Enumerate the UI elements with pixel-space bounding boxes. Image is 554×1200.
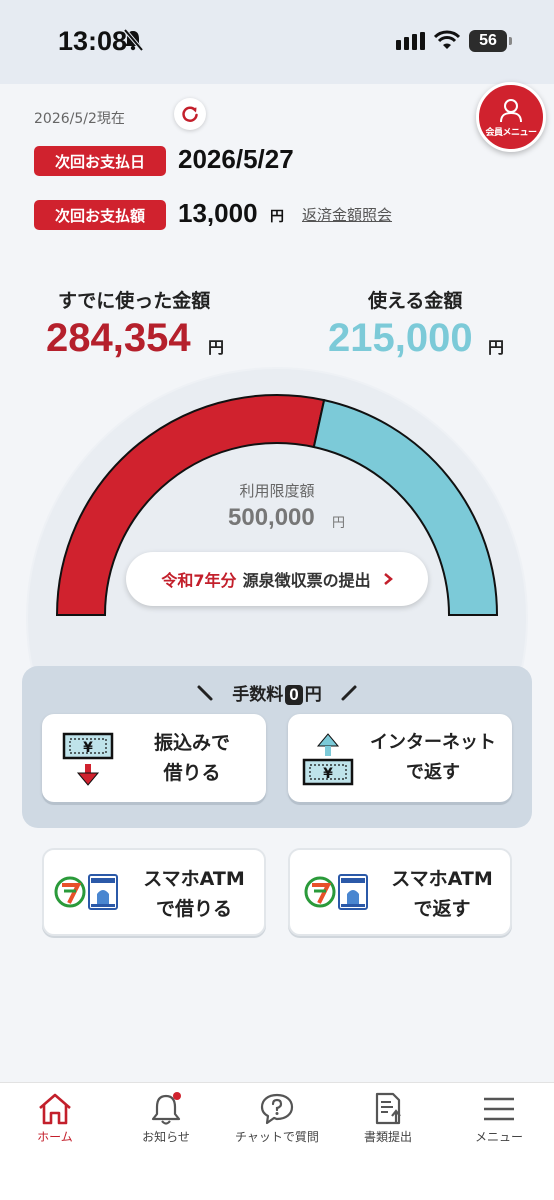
- nav-notifications[interactable]: お知らせ: [111, 1088, 221, 1158]
- fee-title-zero: 0: [285, 685, 303, 705]
- seven-bank-logo-icon: [54, 876, 86, 908]
- yen-unit: 円: [208, 338, 225, 357]
- refresh-button[interactable]: [174, 98, 206, 130]
- lawson-bank-logo-icon: [338, 874, 368, 910]
- next-payment-amount-tag: 次回お支払額: [34, 200, 166, 230]
- wifi-icon: [434, 30, 460, 49]
- transfer-borrow-label: 振込みで 借りる: [132, 728, 252, 788]
- yen-bill-up-icon: ¥: [302, 733, 354, 786]
- available-amount-label: 使える金額: [368, 290, 463, 312]
- smartphone-atm-repay-button[interactable]: スマホATM で返す: [288, 848, 512, 936]
- member-menu-button[interactable]: 会員メニュー: [476, 82, 546, 152]
- lawson-bank-logo-icon: [88, 874, 118, 910]
- pencil-icon: [341, 685, 357, 701]
- document-upload-icon: [375, 1092, 401, 1125]
- nav-menu-label: メニュー: [474, 1130, 523, 1144]
- chevron-right-icon: [383, 573, 393, 585]
- fee-free-title: 手数料 0 円: [0, 680, 554, 705]
- home-icon: [39, 1093, 71, 1125]
- atm-repay-line1: スマホATM: [391, 868, 493, 890]
- tax-certificate-submit-button[interactable]: 令和7年分 源泉徴収票の提出: [126, 552, 428, 606]
- atm-borrow-line2: で借りる: [155, 898, 232, 920]
- member-menu-label: 会員メニュー: [485, 127, 537, 138]
- transfer-borrow-line2: 借りる: [163, 762, 221, 784]
- nav-menu[interactable]: メニュー: [444, 1088, 554, 1158]
- status-bar: 13:08 56: [0, 0, 554, 84]
- tax-certificate-label: 源泉徴収票の提出: [242, 571, 371, 590]
- atm-repay-line2: で返す: [413, 898, 471, 920]
- battery-indicator: 56: [469, 30, 507, 52]
- bell-icon: [151, 1092, 181, 1125]
- transfer-borrow-line1: 振込みで: [153, 732, 230, 754]
- nav-home-label: ホーム: [37, 1130, 73, 1144]
- svg-text:¥: ¥: [323, 766, 333, 782]
- fee-title-prefix: 手数料: [232, 685, 284, 705]
- nav-notifications-label: お知らせ: [142, 1130, 190, 1144]
- seven-bank-logo-icon: [304, 876, 336, 908]
- nav-chat-question[interactable]: チャットで質問: [222, 1088, 332, 1158]
- next-payment-date: 2026/5/27: [178, 144, 294, 174]
- internet-repay-button[interactable]: ¥ インターネット で返す: [288, 714, 512, 802]
- nav-document-submit-label: 書類提出: [363, 1130, 412, 1144]
- repay-inquiry-link[interactable]: 返済金額照会: [302, 204, 392, 225]
- used-amount-value: 284,354: [46, 316, 191, 360]
- tax-year-label: 令和7年分: [161, 571, 237, 590]
- yen-unit: 円: [270, 209, 284, 225]
- atm-borrow-line1: スマホATM: [143, 868, 245, 890]
- svg-text:¥: ¥: [83, 740, 93, 756]
- next-payment-date-tag: 次回お支払日: [34, 146, 166, 176]
- nav-home[interactable]: ホーム: [0, 1088, 110, 1158]
- yen-bill-down-icon: ¥: [62, 732, 114, 786]
- used-amount-label: すでに使った金額: [58, 290, 211, 312]
- chat-question-icon: [260, 1093, 294, 1125]
- transfer-borrow-button[interactable]: ¥ 振込みで 借りる: [42, 714, 266, 802]
- atm-borrow-label: スマホATM で借りる: [124, 864, 264, 924]
- nav-chat-question-label: チャットで質問: [235, 1130, 319, 1144]
- smartphone-atm-borrow-button[interactable]: スマホATM で借りる: [42, 848, 266, 936]
- credit-limit-label: 利用限度額: [239, 482, 315, 500]
- next-payment-amount: 13,000: [178, 198, 258, 228]
- refresh-icon: [182, 106, 198, 122]
- battery-cap: [509, 37, 512, 45]
- yen-unit: 円: [488, 338, 505, 357]
- internet-repay-line1: インターネット: [370, 732, 496, 753]
- signal-icon: [396, 32, 425, 50]
- internet-repay-label: インターネット で返す: [358, 728, 508, 788]
- atm-repay-label: スマホATM で返す: [374, 864, 510, 924]
- hamburger-icon: [484, 1097, 514, 1121]
- as-of-date: 2026/5/2現在: [34, 111, 125, 127]
- internet-repay-line2: で返す: [406, 762, 460, 783]
- credit-limit-value: 500,000: [228, 504, 315, 531]
- nav-document-submit[interactable]: 書類提出: [333, 1088, 443, 1158]
- bell-muted-icon: [123, 28, 144, 52]
- status-time: 13:08: [58, 26, 128, 56]
- fee-title-suffix: 円: [304, 685, 322, 705]
- available-amount-value: 215,000: [328, 316, 473, 360]
- user-icon: [500, 98, 522, 122]
- yen-unit: 円: [332, 516, 346, 531]
